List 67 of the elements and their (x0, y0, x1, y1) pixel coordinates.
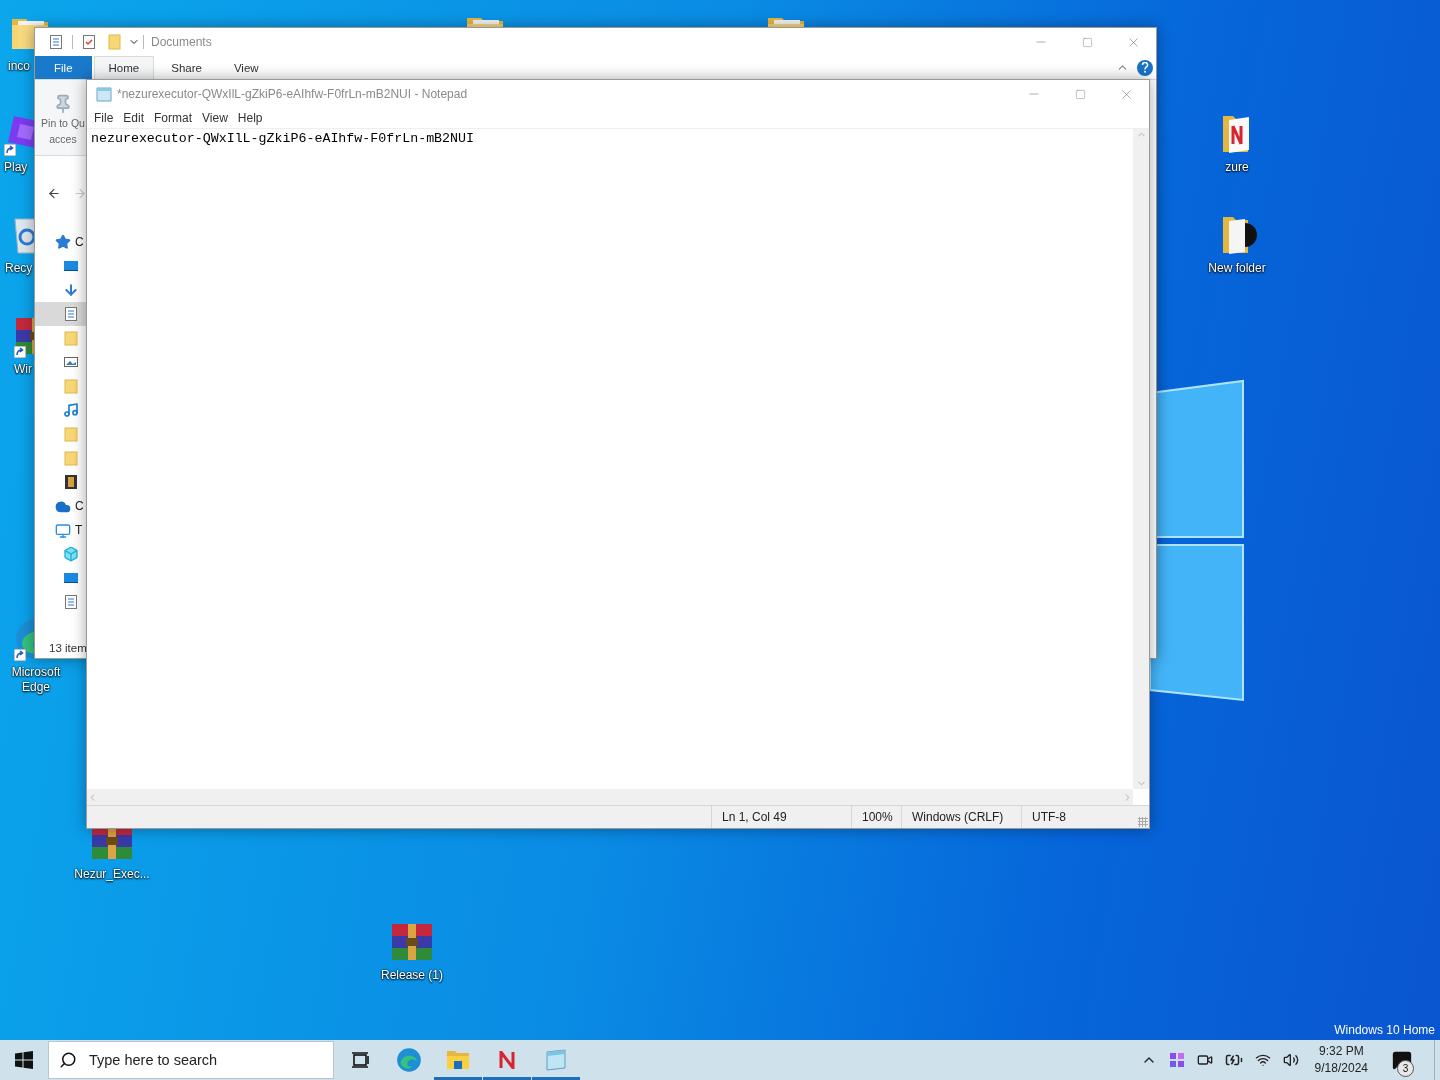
computer-icon (55, 522, 71, 540)
document-icon (48, 34, 64, 50)
maximize-icon (1081, 36, 1093, 48)
notepad-icon (543, 1048, 569, 1072)
folder-icon (63, 378, 79, 394)
cube-icon (63, 546, 79, 562)
desktop-icon (63, 570, 79, 586)
camera-icon (1196, 1052, 1213, 1068)
icon-label[interactable]: New folder (1208, 261, 1266, 276)
file-menu-button[interactable]: File (35, 56, 92, 79)
window-title: Documents (151, 35, 212, 49)
edge-icon (396, 1047, 422, 1073)
help-button[interactable] (1137, 59, 1153, 76)
edition-text: Windows 10 Home (1334, 1023, 1435, 1037)
folder-icon (446, 1049, 470, 1071)
folder-icon (63, 426, 79, 442)
status-text: Windows (CRLF) (901, 806, 1021, 828)
document-icon (63, 594, 79, 610)
windows-icon (15, 1051, 33, 1069)
vertical-scrollbar[interactable] (1133, 129, 1149, 789)
shortcut-arrow-icon (14, 649, 26, 661)
icon-label[interactable]: zure (1225, 160, 1249, 175)
ribbon-tab[interactable]: Home (93, 56, 155, 79)
search-icon (59, 1051, 77, 1069)
menu-item[interactable]: File (89, 111, 119, 125)
status-text: Ln 1, Col 49 (711, 806, 851, 828)
status-text: 13 item (48, 642, 87, 654)
menu-item[interactable]: Help (232, 111, 268, 125)
menu-item[interactable]: View (197, 111, 233, 125)
music-icon (63, 402, 79, 418)
text-area[interactable]: nezurexecutor-QWxIlL-gZkiP6-eAIhfw-F0frLn-mB2NUI (87, 129, 1133, 789)
wifi-icon (1254, 1052, 1271, 1068)
nav-item[interactable]: T (75, 523, 83, 537)
task-view-icon (350, 1050, 370, 1070)
notepad-icon (95, 86, 113, 102)
download-icon (63, 282, 79, 298)
pin-icon (53, 94, 73, 114)
folder-icon (63, 330, 79, 346)
window-title: *nezurexecutor-QWxIlL-gZkiP6-eAIhfw-F0frLn-mB2NUI - Notepad (117, 87, 468, 101)
document-icon (63, 306, 79, 322)
nav-item[interactable]: C (75, 235, 84, 249)
grid-icon (1168, 1052, 1185, 1068)
shortcut-arrow-icon (14, 346, 26, 358)
folder-icon (63, 450, 79, 466)
star-icon (55, 234, 71, 250)
question-mark-icon (1141, 62, 1149, 73)
maximize-icon (1074, 88, 1086, 100)
ribbon-tab[interactable]: View (218, 56, 274, 79)
checklist-icon[interactable] (81, 34, 97, 50)
horizontal-scrollbar[interactable] (87, 789, 1133, 805)
picture-icon (63, 354, 79, 370)
n-letter-icon (499, 1051, 515, 1069)
menu-item[interactable]: Edit (118, 111, 150, 125)
search-bar[interactable]: Type here to search (48, 1041, 334, 1079)
status-text: 100% (851, 806, 901, 828)
nav-item[interactable]: C (75, 499, 84, 513)
ribbon-tab[interactable]: Share (156, 56, 217, 79)
notification-count: 3 (1397, 1060, 1414, 1077)
film-icon (63, 474, 79, 490)
shortcut-arrow-icon (4, 144, 16, 156)
search-field[interactable]: Type here to search (87, 1051, 333, 1069)
resize-grip-icon[interactable] (1138, 817, 1148, 827)
status-text: UTF-8 (1021, 806, 1138, 828)
clock[interactable]: 9:32 PM 9/18/2024 (1308, 1043, 1374, 1077)
volume-icon (1282, 1052, 1299, 1068)
desktop-icon (63, 258, 79, 274)
menu-item[interactable]: Format (149, 111, 198, 125)
